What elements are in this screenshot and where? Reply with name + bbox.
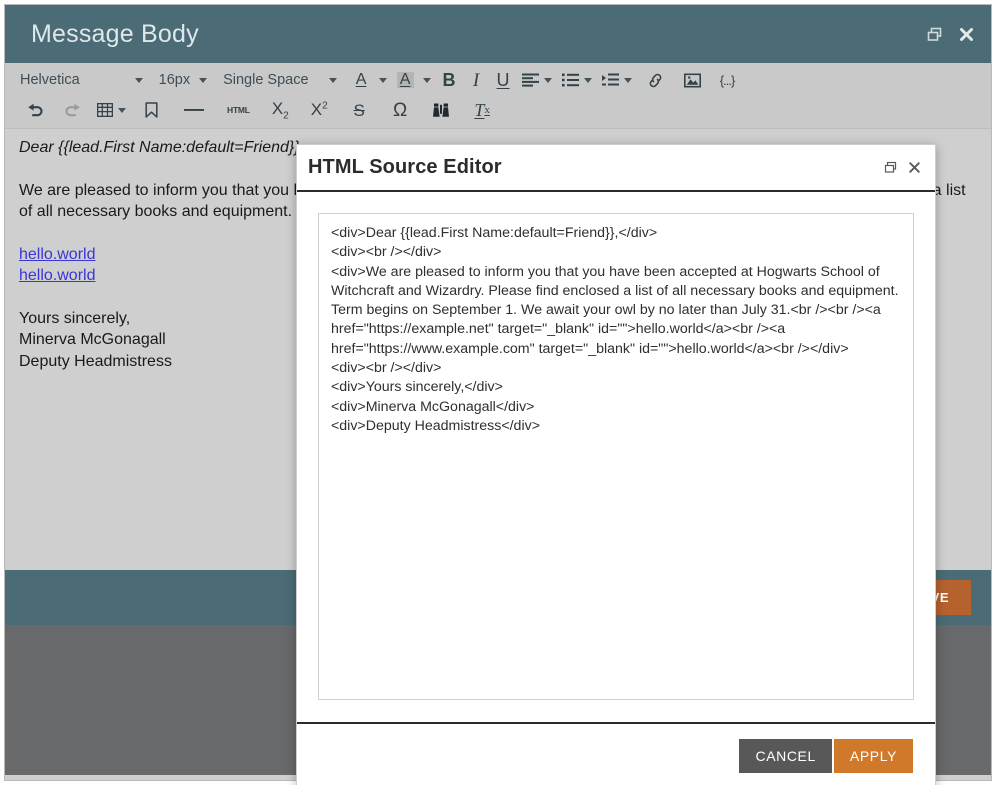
dialog-header: HTML Source Editor [297, 145, 935, 192]
window-controls [925, 25, 975, 43]
toolbar-row-1: Helvetica 16px Single Space A A B I U {.… [5, 65, 991, 95]
dialog-title: HTML Source Editor [308, 156, 502, 178]
bookmark-icon [143, 102, 160, 118]
background-color-button[interactable]: A [392, 67, 436, 93]
chevron-down-icon [199, 77, 208, 83]
line-spacing-select[interactable]: Single Space [218, 67, 341, 93]
html-source-button[interactable]: HTML [216, 97, 261, 123]
table-button[interactable] [91, 97, 131, 123]
html-label: HTML [227, 105, 250, 115]
subscript-button[interactable]: X2 [261, 97, 300, 123]
redo-icon [64, 103, 81, 118]
chevron-down-icon [328, 77, 337, 83]
bold-glyph: B [442, 70, 456, 90]
page-title: Message Body [31, 19, 199, 48]
dialog-body [297, 192, 935, 722]
doc-link-1[interactable]: hello.world [19, 246, 95, 263]
editor-toolbar: Helvetica 16px Single Space A A B I U {.… [5, 63, 991, 129]
link-button[interactable] [637, 67, 674, 93]
special-character-button[interactable]: Ω [380, 97, 421, 123]
token-braces-icon: {...} [719, 72, 736, 88]
undo-icon [27, 103, 44, 118]
doc-link-2[interactable]: hello.world [19, 267, 95, 284]
apply-button[interactable]: APPLY [833, 739, 913, 773]
dialog-controls [883, 160, 922, 175]
link-icon [647, 73, 664, 88]
strikethrough-icon: S [353, 100, 365, 120]
clear-formatting-icon: Tx [474, 100, 490, 120]
indent-button[interactable] [597, 67, 637, 93]
window-titlebar: Message Body [5, 5, 991, 63]
bold-button[interactable]: B [436, 67, 463, 93]
chevron-down-icon [378, 77, 387, 83]
text-color-button[interactable]: A [348, 67, 392, 93]
italic-glyph: I [472, 69, 480, 91]
omega-icon: Ω [393, 99, 408, 121]
font-size-select[interactable]: 16px [154, 67, 212, 93]
chevron-down-icon [118, 107, 126, 113]
restore-window-icon[interactable] [925, 25, 943, 43]
image-icon [683, 72, 701, 88]
chevron-down-icon [623, 77, 632, 83]
align-button[interactable] [517, 67, 557, 93]
binoculars-icon [433, 103, 450, 118]
underline-glyph: U [496, 70, 510, 90]
chevron-down-icon [543, 77, 552, 83]
clear-formatting-button[interactable]: Tx [462, 97, 503, 123]
font-family-select[interactable]: Helvetica [15, 67, 148, 93]
html-source-textarea[interactable] [318, 213, 914, 700]
text-color-letter: A [355, 71, 367, 88]
token-button[interactable]: {...} [711, 67, 744, 93]
superscript-icon: X2 [310, 100, 328, 119]
indent-icon [601, 73, 619, 87]
horizontal-rule-icon [184, 108, 204, 112]
dialog-footer: CANCEL APPLY [297, 722, 935, 785]
cancel-button[interactable]: CANCEL [739, 739, 832, 773]
restore-window-icon[interactable] [883, 160, 898, 175]
image-button[interactable] [674, 67, 711, 93]
italic-button[interactable]: I [463, 67, 490, 93]
screen: Message Body Helvetica 16px Single Space… [0, 0, 996, 785]
background-color-letter: A [396, 72, 414, 88]
chevron-down-icon [134, 77, 143, 83]
list-button[interactable] [557, 67, 597, 93]
chevron-down-icon [422, 77, 431, 83]
close-icon[interactable] [957, 25, 975, 43]
align-left-icon [521, 73, 539, 87]
html-source-editor-dialog: HTML Source Editor CANCEL [296, 144, 936, 785]
undo-button[interactable] [17, 97, 54, 123]
bookmark-button[interactable] [131, 97, 172, 123]
bulleted-list-icon [561, 73, 579, 87]
strikethrough-button[interactable]: S [339, 97, 380, 123]
redo-button[interactable] [54, 97, 91, 123]
chevron-down-icon [583, 77, 592, 83]
underline-button[interactable]: U [490, 67, 517, 93]
superscript-button[interactable]: X2 [300, 97, 339, 123]
toolbar-row-2: HTML X2 X2 S Ω T x [5, 95, 991, 125]
table-icon [96, 103, 113, 117]
find-replace-button[interactable] [421, 97, 462, 123]
horizontal-rule-button[interactable] [172, 97, 216, 123]
subscript-icon: X2 [271, 98, 289, 122]
close-icon[interactable] [907, 160, 922, 175]
